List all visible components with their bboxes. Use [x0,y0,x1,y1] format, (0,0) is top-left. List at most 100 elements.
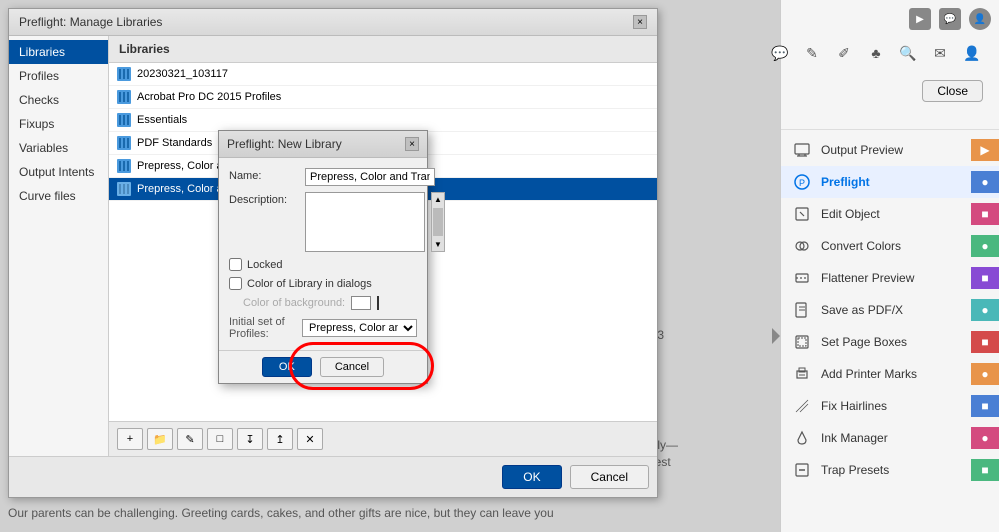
save-pdfx-icon [793,301,811,319]
library-item-1[interactable]: Acrobat Pro DC 2015 Profiles [109,86,657,109]
delete-button[interactable]: ✕ [297,428,323,450]
signature-icon[interactable]: ✐ [833,42,855,64]
cancel-button[interactable]: Cancel [570,465,649,489]
mail-icon[interactable]: ✉ [929,42,951,64]
sidebar-item-profiles[interactable]: Profiles [9,64,108,88]
close-button-row: Close [914,76,991,106]
library-icon [117,159,131,173]
name-label: Name: [229,168,299,182]
color-picker-box[interactable] [351,296,371,310]
panel-item-convert-colors[interactable]: Convert Colors ● [781,230,999,262]
convert-colors-icon [793,237,811,255]
convert-colors-icon-accent: ● [971,235,999,257]
folder-button[interactable]: 📁 [147,428,173,450]
sidebar-item-variables[interactable]: Variables [9,136,108,160]
user-icon[interactable]: 👤 [969,8,991,30]
name-field-row: Name: [229,168,417,186]
description-field-row: Description: ▲ ▼ [229,192,417,252]
sidebar-item-checks[interactable]: Checks [9,88,108,112]
hairlines-icon [793,397,811,415]
scroll-up[interactable]: ▲ [432,193,444,206]
convert-colors-label: Convert Colors [821,239,901,253]
sidebar-item-output-intents[interactable]: Output Intents [9,160,108,184]
edit-button[interactable]: ✎ [177,428,203,450]
sidebar-item-curve-files[interactable]: Curve files [9,184,108,208]
fix-hairlines-label: Fix Hairlines [821,399,887,413]
panel-item-preflight[interactable]: P Preflight ● [781,166,999,198]
panel-item-fix-hairlines[interactable]: Fix Hairlines ■ [781,390,999,422]
description-textarea[interactable] [305,192,425,252]
ink-manager-label: Ink Manager [821,431,888,445]
edit-object-icon [793,205,811,223]
preflight-icon: P [793,173,811,191]
scroll-bar: ▲ ▼ [431,192,445,252]
panel-item-output-preview[interactable]: Output Preview ▶ [781,134,999,166]
manage-title-bar: Preflight: Manage Libraries × [9,9,657,36]
library-item-0[interactable]: 20230321_103117 [109,63,657,86]
monitor-icon [793,141,811,159]
chat-icon[interactable]: 💬 [939,8,961,30]
panel-item-save-pdfx[interactable]: Save as PDF/X ● [781,294,999,326]
panel-item-printer-marks[interactable]: Add Printer Marks ● [781,358,999,390]
new-lib-ok-button[interactable]: OK [262,357,312,377]
panel-item-set-page-boxes[interactable]: Set Page Boxes ■ [781,326,999,358]
duplicate-button[interactable]: □ [207,428,233,450]
color-library-checkbox[interactable] [229,277,242,290]
ok-button[interactable]: OK [502,465,561,489]
save-pdfx-label: Save as PDF/X [821,303,903,317]
description-textarea-wrap: ▲ ▼ [305,192,445,252]
flattener-icon-accent: ■ [971,267,999,289]
new-lib-cancel-button[interactable]: Cancel [320,357,384,377]
manage-title: Preflight: Manage Libraries [19,15,162,29]
printer-marks-label: Add Printer Marks [821,367,917,381]
import-button[interactable]: ↧ [237,428,263,450]
comment-icon[interactable]: 💬 [769,42,791,64]
panel-tool-icons: 💬 ✎ ✐ ♣ 🔍 ✉ 👤 [761,36,991,70]
color-bg-label: Color of background: [243,297,345,309]
close-panel-button[interactable]: Close [922,80,983,102]
library-name-2: Essentials [137,114,187,126]
library-name-0: 20230321_103117 [137,68,228,80]
monitor-icon[interactable]: ▶ [909,8,931,30]
panel-item-trap-presets[interactable]: Trap Presets ■ [781,454,999,486]
panel-item-flattener[interactable]: Flattener Preview ■ [781,262,999,294]
export-button[interactable]: ↥ [267,428,293,450]
color-library-label: Color of Library in dialogs [247,278,372,290]
right-panel: ▶ 💬 👤 💬 ✎ ✐ ♣ 🔍 ✉ 👤 Close Output Preview… [780,0,999,532]
add-library-button[interactable]: + [117,428,143,450]
manage-close-button[interactable]: × [633,15,647,29]
pen-icon[interactable]: ✎ [801,42,823,64]
locked-checkbox-row: Locked [229,258,417,271]
panel-item-edit-object[interactable]: Edit Object ■ [781,198,999,230]
color-background-row: Color of background: [243,296,417,310]
libraries-header: Libraries [109,36,657,63]
new-lib-body: Name: Description: ▲ ▼ Locked Color of L… [219,158,427,350]
locked-checkbox[interactable] [229,258,242,271]
library-icon [117,67,131,81]
library-item-2[interactable]: Essentials [109,109,657,132]
sidebar-item-libraries[interactable]: Libraries [9,40,108,64]
printer-marks-icon-accent: ● [971,363,999,385]
panel-item-ink-manager[interactable]: Ink Manager ● [781,422,999,454]
library-icon [117,90,131,104]
name-input[interactable] [305,168,435,186]
manage-sidebar: Libraries Profiles Checks Fixups Variabl… [9,36,109,456]
output-preview-icon-accent: ▶ [971,139,999,161]
edit-object-label: Edit Object [821,207,880,221]
trap-presets-icon-accent: ■ [971,459,999,481]
scroll-down[interactable]: ▼ [432,238,444,251]
initial-set-select[interactable]: Prepress, Color and Trans... [302,319,417,337]
new-lib-close-button[interactable]: × [405,137,419,151]
trap-presets-label: Trap Presets [821,463,889,477]
search-icon[interactable]: 🔍 [897,42,919,64]
sidebar-item-fixups[interactable]: Fixups [9,112,108,136]
initial-set-label: Initial set of Profiles: [229,316,296,340]
account-icon[interactable]: 👤 [961,42,983,64]
description-label: Description: [229,192,299,206]
stamp-icon[interactable]: ♣ [865,42,887,64]
page-boxes-icon [793,333,811,351]
doc-bottom-text: Our parents can be challenging. Greeting… [8,506,778,520]
new-lib-footer: OK Cancel [219,350,427,383]
hairlines-icon-accent: ■ [971,395,999,417]
output-preview-label: Output Preview [821,143,903,157]
